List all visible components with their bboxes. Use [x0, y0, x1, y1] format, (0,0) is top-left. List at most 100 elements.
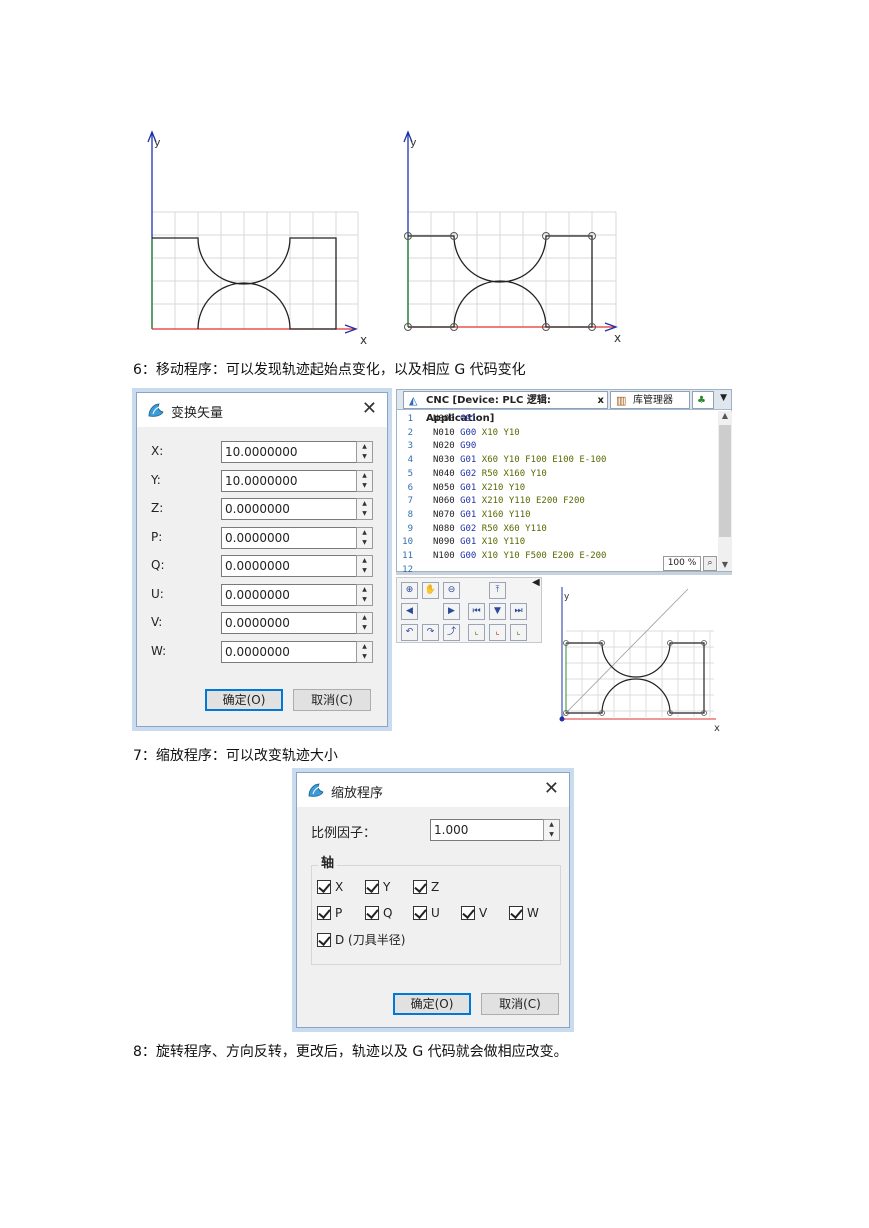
dialog-title: 缩放程序	[331, 786, 384, 801]
trajectory-plot-right: y x	[403, 130, 621, 345]
tab-library-label: 库管理器	[633, 395, 673, 406]
field-label-p: P:	[151, 529, 163, 544]
last-icon[interactable]: ⏭	[510, 603, 527, 620]
checkbox-w-box[interactable]	[509, 905, 523, 920]
scroll-thumb[interactable]	[719, 425, 731, 537]
checkbox-v[interactable]: V	[461, 905, 487, 920]
top-icon[interactable]: ⤒	[489, 582, 506, 599]
zoom-in-icon[interactable]: ⊕	[401, 582, 418, 599]
collapse-toolbar-icon[interactable]: ◀	[532, 577, 540, 588]
x-axis-label: x	[360, 333, 367, 347]
zoom-icon[interactable]: ⌕	[703, 556, 717, 571]
code-line[interactable]: 1 N000 G91	[397, 413, 477, 427]
checkbox-x[interactable]: X	[317, 879, 343, 894]
view-toolbar: ⊕ ✋ ⊖ ⤒ ◀ ▶ ⏮ ▼ ⏭ ↶ ↷ ⤴ ⌞ ⌞ ⌞	[396, 577, 542, 643]
tab-library-manager[interactable]: ▥ 库管理器	[610, 391, 690, 409]
line-number: 5	[407, 468, 413, 479]
vector-w-input[interactable]: 0.0000000	[221, 640, 357, 663]
line-number: 2	[407, 427, 413, 438]
vector-y-input[interactable]: 10.0000000	[221, 469, 357, 492]
grid	[152, 211, 359, 329]
vector-z-input[interactable]: 0.0000000	[221, 498, 357, 520]
code-line[interactable]: 11 N100 G00 X10 Y10 F500 E200 E-200	[397, 550, 606, 564]
vector-u-spinner[interactable]: ▲ ▼	[356, 583, 373, 606]
scale-factor-spinner[interactable]: ▲ ▼	[543, 819, 560, 841]
cancel-button[interactable]: 取消(C)	[293, 689, 371, 711]
vector-v-input[interactable]: 0.0000000	[221, 612, 357, 634]
arc-cw-icon[interactable]: ↶	[401, 624, 418, 641]
dialog-titlebar: 缩放程序 ✕	[297, 773, 569, 807]
app-icon	[148, 403, 164, 417]
code-line[interactable]: 6 N050 G01 X210 Y10	[397, 482, 526, 496]
y-axis-label: y	[564, 592, 570, 602]
y-axis-label: y	[410, 136, 417, 149]
checkbox-x-box[interactable]	[317, 879, 331, 894]
vector-v-spinner[interactable]: ▲ ▼	[356, 612, 373, 634]
code-line[interactable]: 10 N090 G01 X10 Y110	[397, 536, 525, 550]
checkbox-q[interactable]: Q	[365, 905, 392, 920]
pan-icon[interactable]: ✋	[422, 582, 439, 599]
vector-y-spinner[interactable]: ▲ ▼	[356, 469, 373, 492]
down-icon[interactable]: ▼	[489, 603, 506, 620]
vector-u-input[interactable]: 0.0000000	[221, 583, 357, 606]
scale-factor-input[interactable]: 1.000	[430, 819, 546, 841]
code-area[interactable]: 1 N000 G91 2 N010 G00 X10 Y10 3 N020 G90 4 N030…	[397, 411, 717, 575]
checkbox-p-box[interactable]	[317, 905, 331, 920]
tab-overflow[interactable]: ♣	[692, 391, 714, 409]
close-icon[interactable]: ✕	[362, 398, 377, 419]
arc-ccw-icon[interactable]: ↷	[422, 624, 439, 641]
vector-x-input[interactable]: 10.0000000	[221, 441, 357, 463]
first-icon[interactable]: ⏮	[468, 603, 485, 620]
code-line[interactable]: 5 N040 G02 R50 X160 Y10	[397, 468, 547, 482]
axes-yz-icon[interactable]: ⌞	[510, 624, 527, 641]
checkbox-p[interactable]: P	[317, 905, 342, 920]
checkbox-y-label: Y	[383, 879, 391, 894]
vector-q-spinner[interactable]: ▲ ▼	[356, 555, 373, 577]
checkbox-z[interactable]: Z	[413, 879, 439, 894]
vector-p-spinner[interactable]: ▲ ▼	[356, 526, 373, 549]
code-line[interactable]: 3 N020 G90	[397, 440, 477, 454]
vector-x-spinner[interactable]: ▲ ▼	[356, 441, 373, 463]
code-line[interactable]: 4 N030 G01 X60 Y10 F100 E100 E-100	[397, 454, 607, 468]
checkbox-y[interactable]: Y	[365, 879, 390, 894]
cnc-trajectory-view: y x	[559, 587, 720, 734]
checkbox-u-box[interactable]	[413, 905, 427, 920]
checkbox-y-box[interactable]	[365, 879, 379, 894]
code-line[interactable]: 8 N070 G01 X160 Y110	[397, 509, 531, 523]
zoom-out-icon[interactable]: ⊖	[443, 582, 460, 599]
axes-xy-icon[interactable]: ⌞	[468, 624, 485, 641]
checkbox-d-box[interactable]	[317, 932, 331, 947]
code-line[interactable]: 7 N060 G01 X210 Y110 E200 F200	[397, 495, 585, 509]
ok-button[interactable]: 确定(O)	[393, 993, 471, 1015]
scroll-down-icon[interactable]: ▼	[718, 560, 732, 569]
checkbox-z-box[interactable]	[413, 879, 427, 894]
zoom-level[interactable]: 100 %	[663, 556, 701, 571]
checkbox-w[interactable]: W	[509, 905, 539, 920]
checkbox-u[interactable]: U	[413, 905, 440, 920]
app-icon	[308, 783, 324, 797]
step-forward-icon[interactable]: ▶	[443, 603, 460, 620]
code-line[interactable]: 2 N010 G00 X10 Y10	[397, 427, 520, 441]
vertical-scrollbar[interactable]: ▲ ▼	[718, 411, 732, 571]
ok-button[interactable]: 确定(O)	[205, 689, 283, 711]
checkbox-v-box[interactable]	[461, 905, 475, 920]
dropdown-icon[interactable]: ▼	[720, 393, 727, 403]
cancel-button[interactable]: 取消(C)	[481, 993, 559, 1015]
checkbox-q-box[interactable]	[365, 905, 379, 920]
vector-q-input[interactable]: 0.0000000	[221, 555, 357, 577]
checkbox-d[interactable]: D (刀具半径)	[317, 931, 405, 948]
vector-w-spinner[interactable]: ▲ ▼	[356, 640, 373, 663]
tab-close-icon[interactable]: x	[598, 392, 604, 410]
code-text: N050 G01 X210 Y10	[433, 482, 526, 493]
vector-z-spinner[interactable]: ▲ ▼	[356, 498, 373, 520]
vector-p-input[interactable]: 0.0000000	[221, 526, 357, 549]
step-back-icon[interactable]: ◀	[401, 603, 418, 620]
scroll-up-icon[interactable]: ▲	[718, 411, 732, 420]
field-label-q: Q:	[151, 558, 165, 572]
curve-icon[interactable]: ⤴	[443, 624, 460, 641]
tab-cnc[interactable]: ◭ CNC [Device: PLC 逻辑: Application] x	[403, 391, 608, 424]
close-icon[interactable]: ✕	[544, 778, 559, 799]
code-line[interactable]: 9 N080 G02 R50 X60 Y110	[397, 523, 547, 537]
line-number: 9	[407, 523, 413, 534]
axes-xz-icon[interactable]: ⌞	[489, 624, 506, 641]
